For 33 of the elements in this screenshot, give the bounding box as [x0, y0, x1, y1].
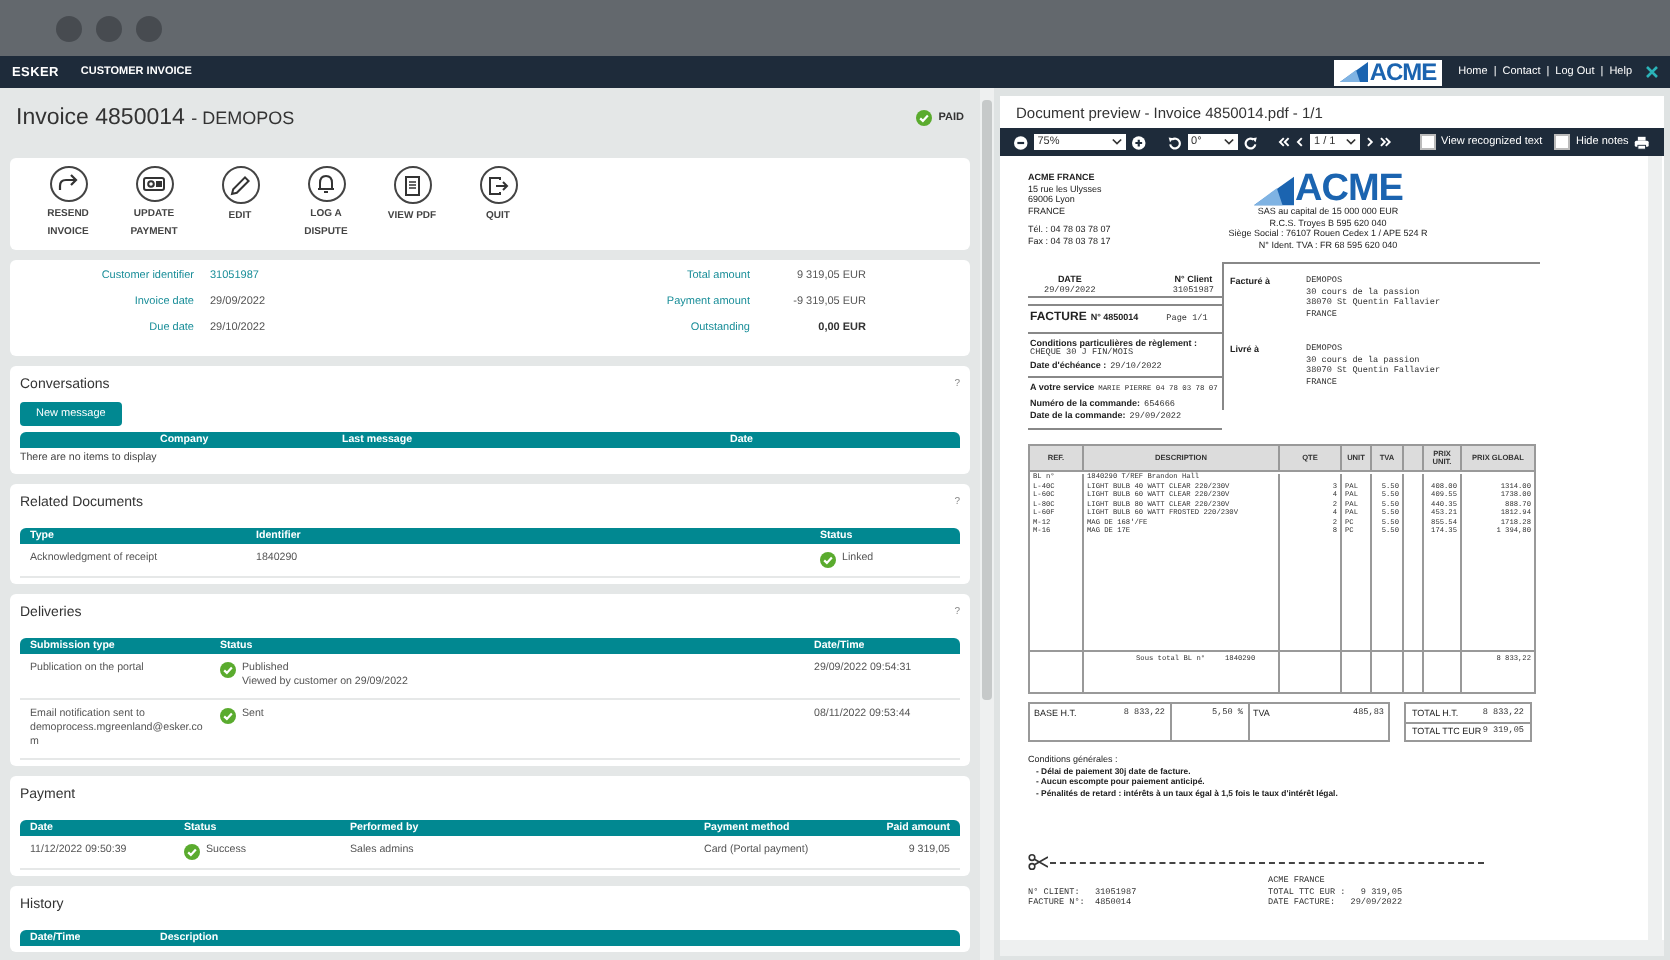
scissors-icon [1028, 854, 1048, 870]
zoom-in-icon[interactable] [1132, 135, 1146, 149]
next-page-icon[interactable] [1366, 136, 1375, 148]
invoice-title: Invoice 4850014 - DEMOPOS [16, 106, 295, 130]
document-icon [400, 173, 424, 197]
pencil-icon [228, 173, 252, 197]
banknote-icon [142, 172, 166, 196]
first-page-icon[interactable] [1278, 136, 1291, 148]
scrollbar[interactable] [1648, 156, 1662, 940]
checkbox[interactable] [1554, 134, 1570, 150]
curved-arrow-icon [56, 172, 80, 196]
company-logo: ACME [1253, 172, 1403, 206]
close-icon[interactable] [1646, 66, 1658, 78]
bell-icon [314, 172, 338, 196]
check-icon [220, 662, 236, 678]
caret-icon [1112, 138, 1123, 146]
check-icon [184, 844, 200, 860]
zoom-out-icon[interactable] [1014, 135, 1028, 149]
printer-icon[interactable] [1634, 135, 1650, 149]
brand-logo: ACME [1333, 59, 1443, 85]
check-icon [220, 708, 236, 724]
check-icon [916, 110, 933, 126]
checkbox[interactable] [1419, 134, 1436, 150]
scrollbar[interactable] [980, 88, 994, 960]
exit-icon [486, 173, 510, 197]
rotate-right-icon[interactable] [1243, 135, 1258, 149]
scrollbar[interactable] [1000, 940, 1664, 956]
caret-icon [1223, 138, 1234, 146]
check-icon [820, 552, 836, 568]
rotate-left-icon[interactable] [1167, 135, 1182, 149]
previous-page-icon[interactable] [1296, 136, 1305, 148]
last-page-icon[interactable] [1380, 136, 1392, 148]
caret-icon [1346, 138, 1357, 146]
